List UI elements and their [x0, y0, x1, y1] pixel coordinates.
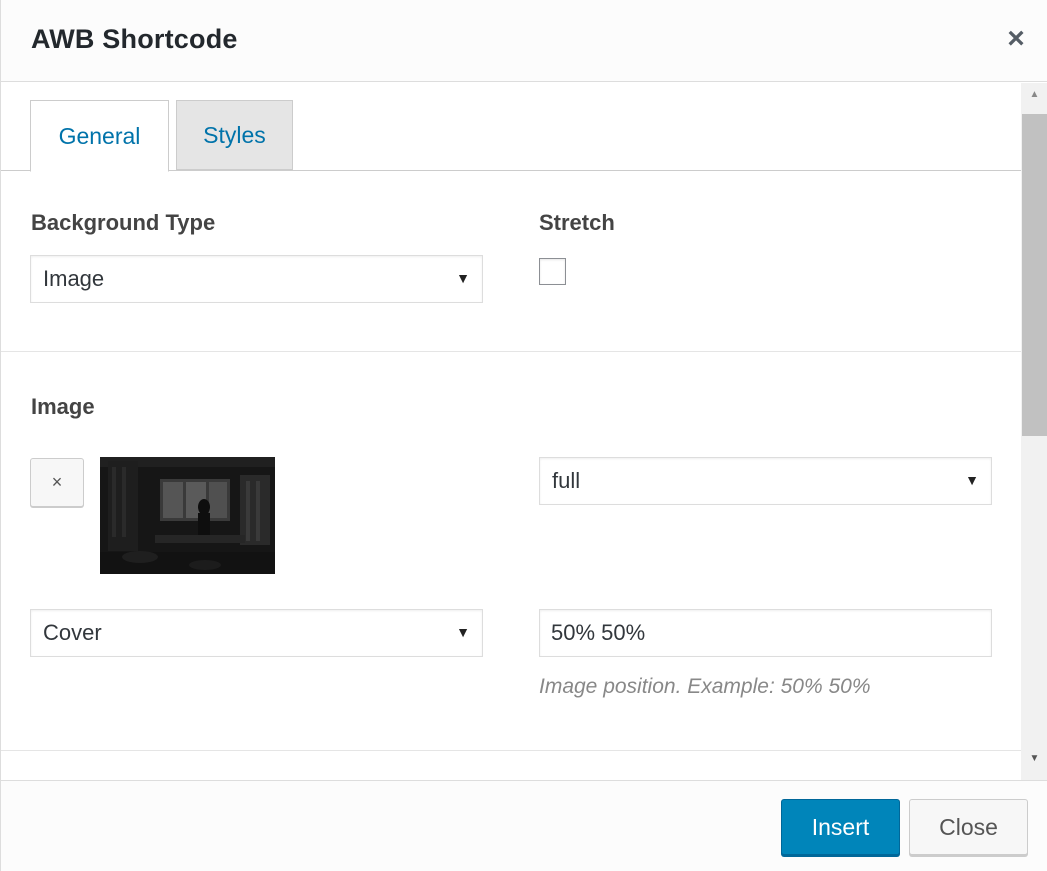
image-bg-size-value: Cover [43, 620, 102, 645]
image-bg-size-select[interactable]: Cover ▼ [30, 609, 483, 657]
scrollbar-thumb[interactable] [1022, 114, 1047, 436]
background-type-label: Background Type [31, 210, 216, 235]
remove-icon: × [51, 472, 63, 492]
tab-styles[interactable]: Styles [176, 100, 293, 170]
chevron-down-icon: ▼ [965, 472, 979, 488]
image-thumbnail[interactable] [100, 457, 275, 574]
image-position-hint: Image position. Example: 50% 50% [539, 675, 871, 698]
section-divider [1, 750, 1021, 751]
background-type-value: Image [43, 266, 105, 291]
tab-bar: General Styles [1, 83, 1021, 172]
background-type-select[interactable]: Image ▼ [30, 255, 483, 303]
scroll-up-icon[interactable]: ▲ [1021, 89, 1047, 107]
chevron-down-icon: ▼ [456, 270, 470, 286]
scrollbar[interactable]: ▲ ▼ [1021, 83, 1047, 780]
image-position-input[interactable]: 50% 50% [539, 609, 992, 657]
stretch-label: Stretch [539, 210, 615, 235]
shortcode-dialog: AWB Shortcode × General Styles Backgroun… [0, 0, 1047, 871]
close-icon[interactable]: × [1001, 24, 1031, 54]
tab-general[interactable]: General [30, 100, 169, 172]
image-label: Image [31, 394, 95, 419]
image-thumbnail-graphic [100, 457, 275, 574]
dialog-content: General Styles Background Type Image ▼ S… [1, 83, 1021, 780]
scroll-down-icon[interactable]: ▼ [1021, 753, 1047, 771]
section-divider [1, 351, 1021, 352]
insert-button[interactable]: Insert [781, 799, 900, 855]
dialog-header: AWB Shortcode × [1, 0, 1047, 82]
dialog-footer: Insert Close [1, 780, 1047, 871]
stretch-checkbox[interactable] [539, 258, 566, 285]
close-button[interactable]: Close [909, 799, 1028, 855]
image-position-value: 50% 50% [551, 620, 646, 645]
remove-image-button[interactable]: × [30, 458, 84, 507]
dialog-title: AWB Shortcode [31, 24, 238, 54]
image-size-select[interactable]: full ▼ [539, 457, 992, 505]
chevron-down-icon: ▼ [456, 624, 470, 640]
image-size-value: full [552, 468, 581, 493]
